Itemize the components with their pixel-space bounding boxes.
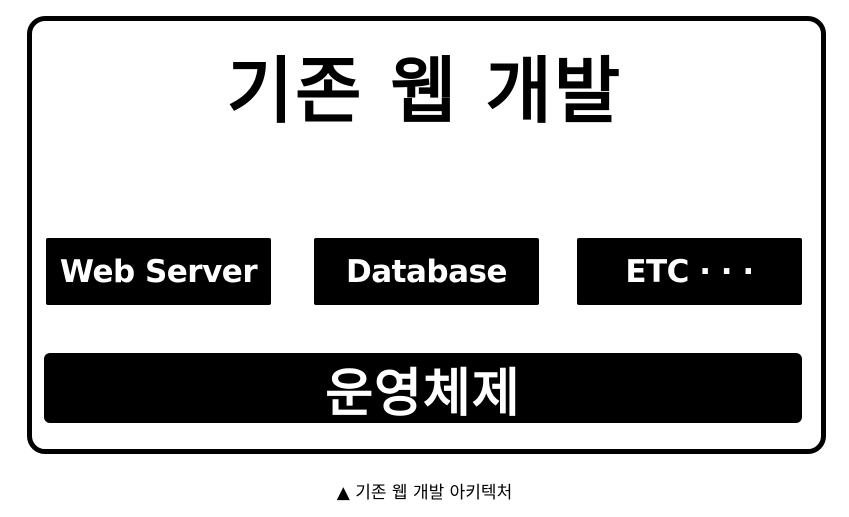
database-box: Database xyxy=(314,238,539,305)
etc-label: ETC · · · xyxy=(625,253,754,290)
operating-system-label: 운영체제 xyxy=(325,363,521,424)
web-server-box: Web Server xyxy=(46,238,271,305)
etc-box: ETC · · · xyxy=(577,238,802,305)
database-label: Database xyxy=(346,253,507,290)
diagram-title: 기존 웹 개발 xyxy=(226,49,623,133)
figure-caption: ▲ 기존 웹 개발 아키텍처 xyxy=(336,483,513,503)
operating-system-bar: 운영체제 xyxy=(44,353,802,424)
web-server-label: Web Server xyxy=(59,253,258,290)
